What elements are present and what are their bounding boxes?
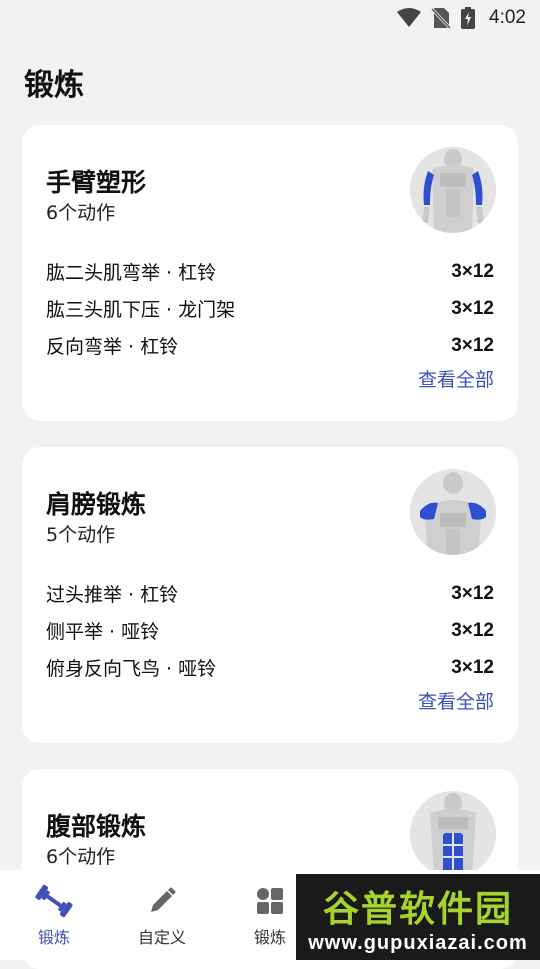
exercise-name: 肱二头肌弯举 · 杠铃 (46, 262, 217, 284)
exercise-sets: 3×12 (451, 619, 494, 641)
card-title: 腹部锻炼 (46, 812, 147, 841)
card-exercise-count: 5个动作 (46, 524, 116, 546)
battery-charging-icon (461, 7, 476, 29)
exercise-list: 肱二头肌弯举 · 杠铃 3×12 肱三头肌下压 · 龙门架 3×12 反向弯举 … (46, 253, 494, 364)
exercise-row[interactable]: 肱二头肌弯举 · 杠铃 3×12 (46, 253, 494, 290)
muscle-abs-icon (410, 791, 496, 877)
card-exercise-count: 6个动作 (46, 202, 116, 224)
exercise-list: 过头推举 · 杠铃 3×12 侧平举 · 哑铃 3×12 俯身反向飞鸟 · 哑铃… (46, 575, 494, 686)
muscle-arms-icon (410, 147, 496, 233)
exercise-row[interactable]: 反向弯举 · 杠铃 3×12 (46, 327, 494, 364)
exercise-name: 侧平举 · 哑铃 (46, 621, 160, 643)
exercise-name: 反向弯举 · 杠铃 (46, 336, 179, 358)
dumbbell-icon (34, 884, 74, 918)
watermark-url: www.gupuxiazai.com (308, 931, 528, 954)
nav-label: 锻炼 (253, 928, 286, 947)
exercise-row[interactable]: 肱三头肌下压 · 龙门架 3×12 (46, 290, 494, 327)
workout-card-shoulders[interactable]: 肩膀锻炼 5个动作 过头推举 · 杠铃 3×12 侧平举 · 哑铃 3×12 俯… (22, 447, 518, 743)
watermark-logo: 谷普软件园 www.gupuxiazai.com (296, 874, 540, 960)
nav-label: 锻炼 (37, 928, 70, 947)
card-title: 手臂塑形 (46, 168, 147, 197)
exercise-sets: 3×12 (451, 260, 494, 282)
pencil-icon (147, 884, 177, 918)
exercise-sets: 3×12 (451, 297, 494, 319)
workout-card-arms[interactable]: 手臂塑形 6个动作 肱二头肌弯举 · 杠铃 3×12 肱三头肌下压 · 龙门架 … (22, 125, 518, 421)
card-title: 肩膀锻炼 (46, 490, 147, 519)
exercise-sets: 3×12 (451, 334, 494, 356)
grid-icon (255, 884, 285, 918)
view-all-link[interactable]: 查看全部 (418, 365, 494, 392)
exercise-row[interactable]: 俯身反向飞鸟 · 哑铃 3×12 (46, 649, 494, 686)
no-sim-icon (431, 7, 452, 29)
watermark-title: 谷普软件园 (322, 888, 513, 930)
page-title: 锻炼 (24, 68, 84, 103)
muscle-shoulders-icon (410, 469, 496, 555)
card-exercise-count: 6个动作 (46, 846, 116, 868)
exercise-row[interactable]: 侧平举 · 哑铃 3×12 (46, 612, 494, 649)
exercise-sets: 3×12 (451, 656, 494, 678)
nav-label: 自定义 (137, 928, 186, 947)
exercise-row[interactable]: 过头推举 · 杠铃 3×12 (46, 575, 494, 612)
view-all-link[interactable]: 查看全部 (418, 687, 494, 714)
exercise-name: 俯身反向飞鸟 · 哑铃 (46, 658, 217, 680)
exercise-sets: 3×12 (451, 582, 494, 604)
status-bar: 4:02 (0, 0, 540, 36)
nav-item-custom[interactable]: 自定义 (108, 870, 216, 960)
exercise-name: 肱三头肌下压 · 龙门架 (46, 299, 236, 321)
nav-item-workout[interactable]: 锻炼 (0, 870, 108, 960)
clock: 4:02 (489, 7, 526, 28)
exercise-name: 过头推举 · 杠铃 (46, 584, 179, 606)
wifi-icon (397, 8, 422, 28)
